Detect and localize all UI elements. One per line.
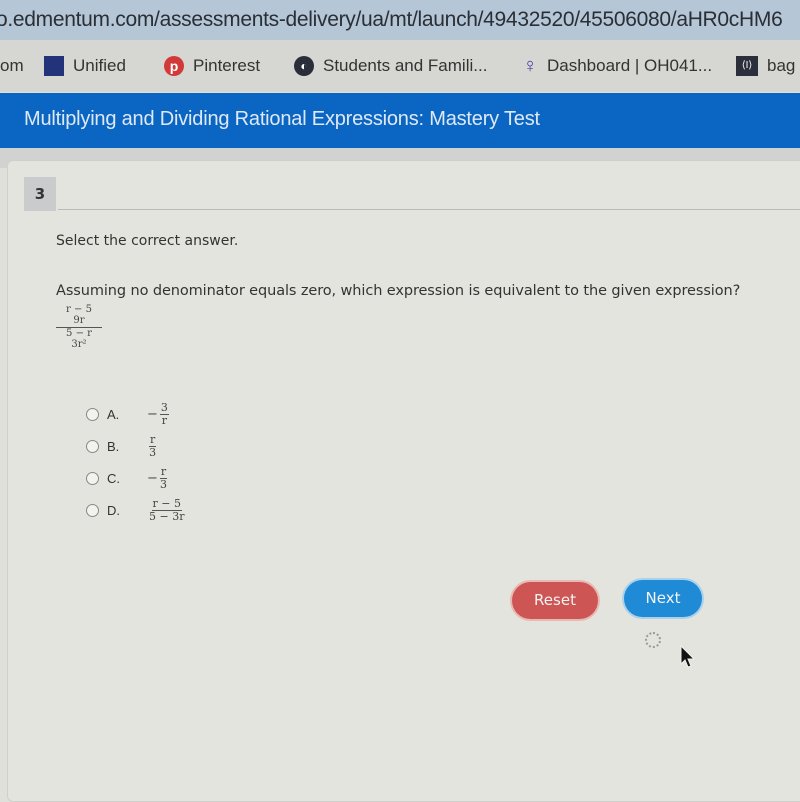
option-letter: A. (107, 406, 120, 422)
given-expression: r − 5 9r 5 − r 3r² (56, 304, 102, 350)
bookmark-dashboard[interactable]: ♀ Dashboard | OH041... (522, 40, 713, 92)
question-prompt: Assuming no denominator equals zero, whi… (56, 283, 741, 299)
bookmark-unified[interactable]: Unified (44, 40, 126, 92)
globe-icon: ◐ (294, 56, 314, 76)
bottom-fraction: 5 − r 3r² (65, 328, 93, 350)
reset-button[interactable]: Reset (512, 582, 598, 619)
option-denominator: r (161, 413, 168, 427)
bottom-denominator: 3r² (71, 338, 87, 350)
top-numerator: r − 5 (66, 304, 92, 315)
next-button[interactable]: Next (624, 580, 702, 617)
option-letter: B. (107, 438, 120, 454)
option-c[interactable]: C. − r 3 (86, 462, 184, 494)
unified-icon (44, 56, 64, 76)
question-number: 3 (24, 177, 56, 211)
bookmarks-bar: om Unified p Pinterest ◐ Students and Fami… (0, 40, 800, 92)
option-numerator: r (159, 464, 168, 479)
instruction: Select the correct answer. (56, 233, 239, 249)
radio-button[interactable] (86, 471, 99, 485)
pinterest-icon: p (164, 56, 184, 76)
divider (58, 209, 800, 210)
bookmark-pinterest[interactable]: p Pinterest (164, 40, 260, 92)
page-title: Multiplying and Dividing Rational Expres… (24, 108, 540, 130)
option-numerator: r − 5 (151, 496, 182, 511)
url-text: o.edmentum.com/assessments-delivery/ua/m… (0, 8, 783, 31)
lightbulb-icon: ♀ (522, 55, 538, 77)
top-fraction: r − 5 9r (65, 304, 93, 326)
test-header: Multiplying and Dividing Rational Expres… (0, 93, 800, 148)
bottom-numerator: 5 − r (66, 328, 92, 339)
address-bar[interactable]: o.edmentum.com/assessments-delivery/ua/m… (0, 0, 800, 40)
negative-sign: − (147, 470, 158, 486)
bag-icon: ⟨I⟩ (736, 56, 758, 76)
mouse-cursor-icon (680, 645, 696, 668)
option-denominator: 5 − 3r (149, 509, 185, 523)
bookmark-label: bag (767, 56, 796, 75)
radio-button[interactable] (86, 439, 99, 453)
radio-button[interactable] (86, 503, 99, 517)
top-denominator: 9r (73, 314, 85, 326)
option-letter: D. (107, 502, 120, 518)
option-a[interactable]: A. −3 r (86, 398, 184, 430)
option-numerator: 3 (159, 400, 169, 415)
bookmark-partial[interactable]: om (0, 40, 24, 92)
bookmark-label: om (0, 56, 24, 75)
option-d[interactable]: D. r − 55 − 3r (86, 494, 184, 526)
answer-options: A. −3 r B. r3 C. − r 3 D. r − 55 − 3r (86, 398, 184, 526)
bookmark-label: Dashboard | OH041... (547, 56, 713, 75)
radio-button[interactable] (86, 407, 99, 421)
option-letter: C. (107, 470, 120, 486)
bookmark-bag[interactable]: ⟨I⟩ bag (736, 40, 795, 92)
bookmark-label: Students and Famili... (323, 56, 488, 75)
option-numerator: r (149, 432, 157, 447)
bookmark-label: Unified (73, 56, 126, 75)
option-denominator: 3 (160, 477, 168, 491)
negative-sign: − (147, 406, 158, 422)
option-denominator: 3 (149, 445, 157, 459)
bookmark-students[interactable]: ◐ Students and Famili... (294, 40, 487, 92)
bookmark-label: Pinterest (193, 56, 261, 75)
loading-spinner-icon (645, 632, 661, 648)
option-b[interactable]: B. r3 (86, 430, 184, 462)
